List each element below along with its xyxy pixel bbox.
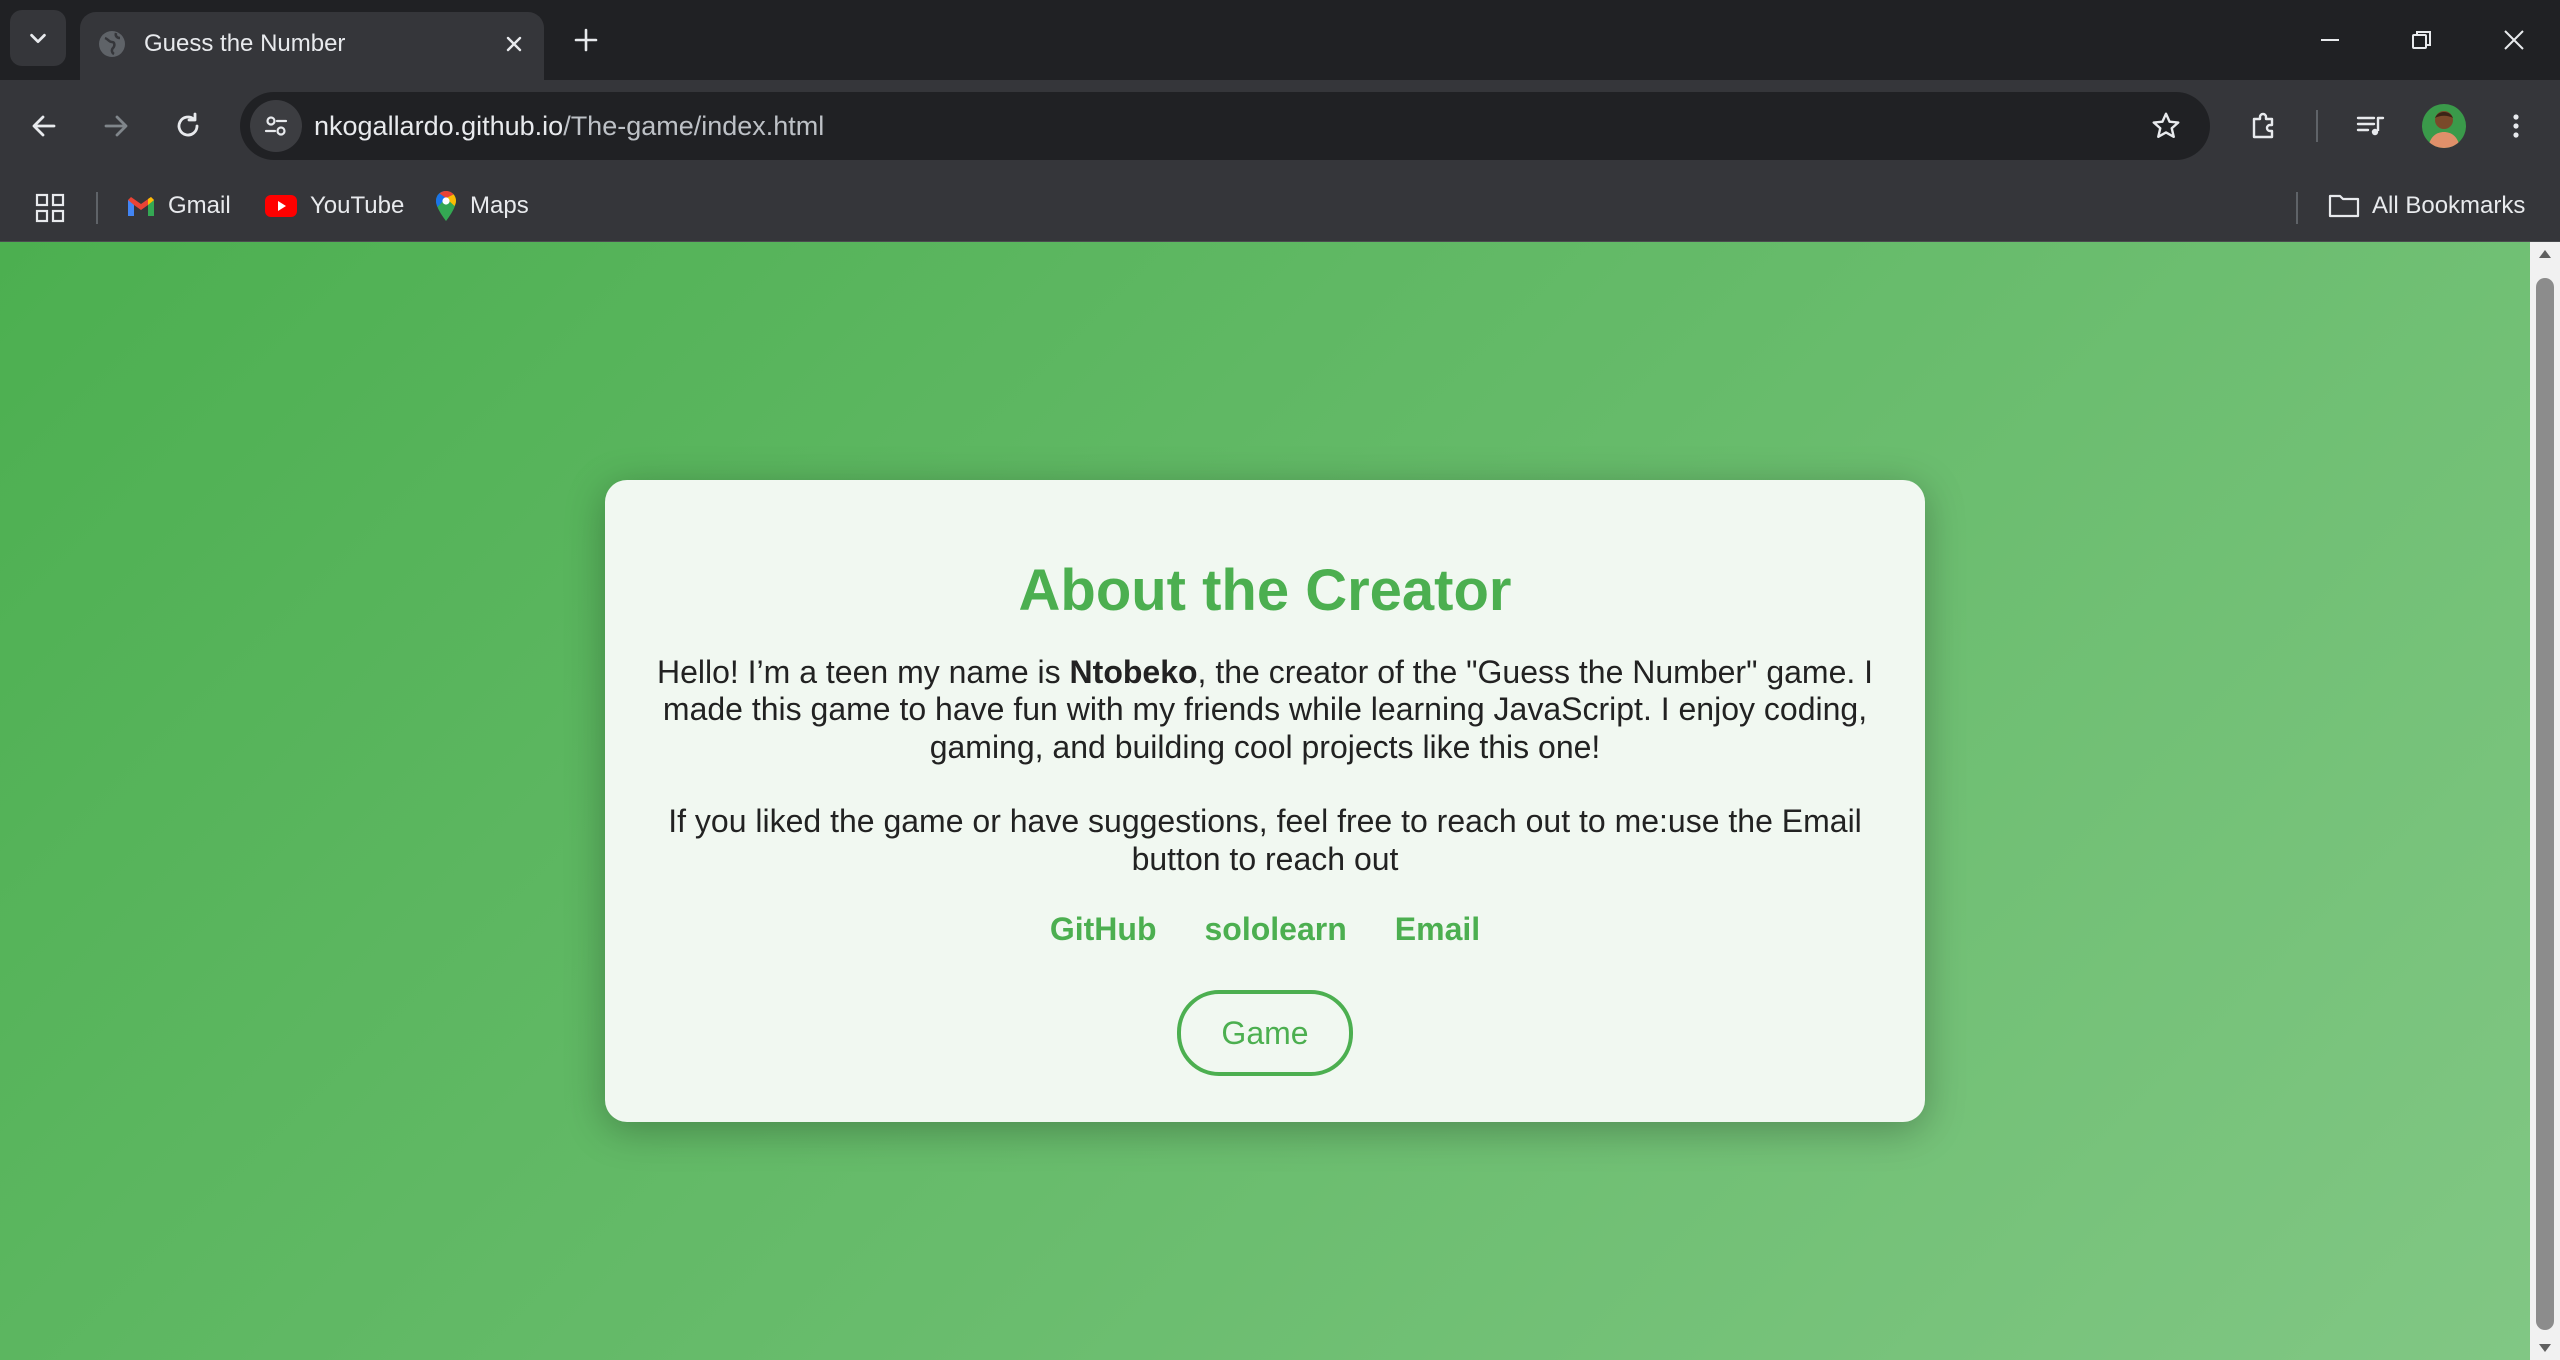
bookmarks-separator — [96, 192, 98, 224]
contact-paragraph: If you liked the game or have suggestion… — [668, 803, 1862, 877]
close-window-button[interactable] — [2468, 0, 2560, 80]
reload-icon — [173, 111, 203, 141]
media-control-button[interactable] — [2342, 98, 2398, 154]
queue-music-icon — [2354, 110, 2386, 142]
bookmark-gmail[interactable]: Gmail — [116, 184, 241, 228]
arrow-right-icon — [101, 111, 131, 141]
tab-search-button[interactable] — [10, 10, 66, 66]
scrollbar-thumb[interactable] — [2536, 278, 2554, 1330]
minimize-icon — [2319, 29, 2341, 51]
url-host: nkogallardo.github.io — [314, 111, 564, 141]
scroll-down-button[interactable] — [2530, 1336, 2560, 1360]
all-bookmarks-label: All Bookmarks — [2372, 192, 2526, 219]
close-icon — [2502, 28, 2526, 52]
page-scrollbar[interactable] — [2530, 242, 2560, 1360]
page-viewport: About the Creator Hello! I’m a teen my n… — [0, 242, 2530, 1360]
tab-strip: Guess the Number — [0, 0, 2560, 80]
chevron-down-icon — [27, 27, 49, 49]
site-info-button[interactable] — [250, 100, 302, 152]
menu-button[interactable] — [2488, 98, 2544, 154]
bookmark-maps[interactable]: Maps — [424, 184, 539, 228]
maps-icon — [434, 190, 458, 222]
apps-button[interactable] — [28, 186, 72, 230]
arrow-left-icon — [29, 111, 59, 141]
url-path: /The-game/index.html — [563, 111, 825, 141]
close-tab-button[interactable] — [496, 26, 532, 62]
triangle-down-icon — [2538, 1343, 2552, 1353]
star-icon — [2150, 110, 2182, 142]
plus-icon — [573, 27, 599, 53]
page-title: About the Creator — [1018, 558, 1512, 623]
toolbar-separator — [2316, 110, 2318, 142]
restore-icon — [2411, 29, 2433, 51]
intro-text-start: Hello! I’m a teen my name is — [656, 653, 1070, 690]
bookmark-label: Gmail — [168, 192, 231, 219]
youtube-icon — [264, 194, 298, 218]
intro-paragraph: Hello! I’m a teen my name is Ntobeko, th… — [655, 654, 1875, 767]
bookmark-label: YouTube — [310, 192, 405, 219]
restore-button[interactable] — [2376, 0, 2468, 80]
address-bar[interactable]: nkogallardo.github.io/The-game/index.htm… — [240, 92, 2210, 160]
tab-title: Guess the Number — [144, 30, 346, 57]
apps-grid-icon — [35, 193, 65, 223]
creator-name: Ntobeko — [1069, 653, 1198, 690]
folder-icon — [2328, 193, 2360, 219]
bookmarks-bar: Gmail YouTube Maps All Bookmarks — [0, 172, 2560, 242]
reload-button[interactable] — [160, 98, 216, 154]
bookmarks-separator — [2296, 192, 2298, 224]
forward-button[interactable] — [88, 98, 144, 154]
bookmark-label: Maps — [470, 192, 529, 219]
github-link[interactable]: GitHub — [1050, 911, 1157, 948]
bookmark-star-button[interactable] — [2142, 102, 2190, 150]
back-button[interactable] — [16, 98, 72, 154]
about-card: About the Creator Hello! I’m a teen my n… — [605, 480, 1925, 1122]
sololearn-link[interactable]: sololearn — [1205, 911, 1347, 948]
globe-icon — [96, 28, 128, 60]
more-vert-icon — [2501, 111, 2531, 141]
url-text[interactable]: nkogallardo.github.io/The-game/index.htm… — [314, 92, 824, 160]
all-bookmarks-button[interactable]: All Bookmarks — [2318, 184, 2535, 228]
gmail-icon — [126, 194, 156, 218]
email-link[interactable]: Email — [1395, 911, 1480, 948]
active-tab[interactable]: Guess the Number — [80, 12, 544, 80]
extensions-button[interactable] — [2236, 98, 2292, 154]
bookmark-youtube[interactable]: YouTube — [254, 184, 414, 228]
browser-toolbar: nkogallardo.github.io/The-game/index.htm… — [0, 80, 2560, 172]
tune-icon — [263, 113, 289, 139]
game-button[interactable]: Game — [1177, 990, 1353, 1077]
new-tab-button[interactable] — [562, 16, 610, 64]
puzzle-icon — [2248, 110, 2280, 142]
triangle-up-icon — [2538, 249, 2552, 259]
minimize-button[interactable] — [2284, 0, 2376, 80]
social-links: GitHub sololearn Email — [605, 911, 1925, 948]
close-icon — [504, 34, 524, 54]
profile-avatar[interactable] — [2422, 104, 2466, 148]
scroll-up-button[interactable] — [2530, 242, 2560, 266]
